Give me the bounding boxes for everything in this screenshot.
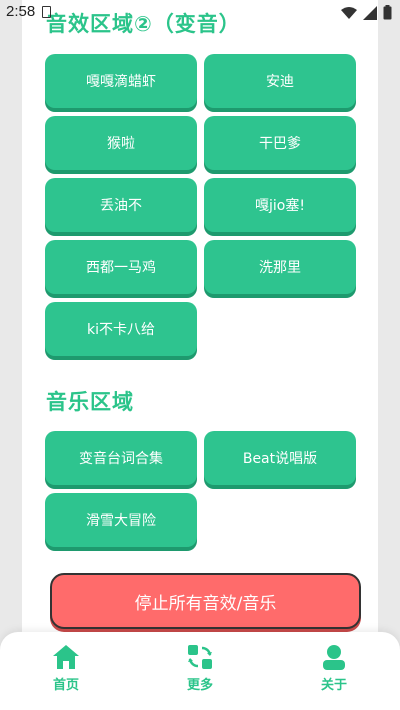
sfx-button[interactable]: 干巴爹 [204, 116, 356, 170]
sfx-button[interactable]: 安迪 [204, 54, 356, 108]
music-button[interactable]: 滑雪大冒险 [45, 493, 197, 547]
nav-more[interactable]: 更多 [160, 644, 240, 693]
nav-more-label: 更多 [186, 678, 213, 693]
sfx-button[interactable]: 洗那里 [204, 240, 356, 294]
music-section-title: 音乐区域 [46, 390, 134, 414]
sfx-button[interactable]: 嘎嘎滴蜡虾 [45, 54, 197, 108]
nav-about-label: 关于 [320, 678, 347, 693]
nav-about[interactable]: 关于 [294, 644, 374, 693]
music-button[interactable]: Beat说唱版 [204, 431, 356, 485]
music-button[interactable]: 变音台词合集 [45, 431, 197, 485]
stop-all-button[interactable]: 停止所有音效/音乐 [50, 573, 361, 629]
status-time: 2:58 [6, 3, 36, 20]
nav-home[interactable]: 首页 [26, 644, 106, 693]
more-icon [188, 645, 212, 669]
sfx-button[interactable]: 猴啦 [45, 116, 197, 170]
notification-icon [42, 6, 51, 18]
user-icon [323, 645, 345, 670]
sfx-button[interactable]: 丢油不 [45, 178, 197, 232]
status-bar: 2:58 [0, 0, 400, 26]
status-icons [341, 5, 392, 20]
signal-icon [363, 5, 377, 20]
sfx-button[interactable]: 嘎jio塞! [204, 178, 356, 232]
wifi-icon [341, 6, 357, 19]
battery-icon [383, 5, 392, 20]
bottom-nav: 首页 更多 关于 [0, 632, 400, 710]
nav-home-label: 首页 [52, 678, 79, 693]
sfx-button[interactable]: ki不卡八给 [45, 302, 197, 356]
sfx-button[interactable]: 西都一马鸡 [45, 240, 197, 294]
home-icon [53, 645, 79, 669]
